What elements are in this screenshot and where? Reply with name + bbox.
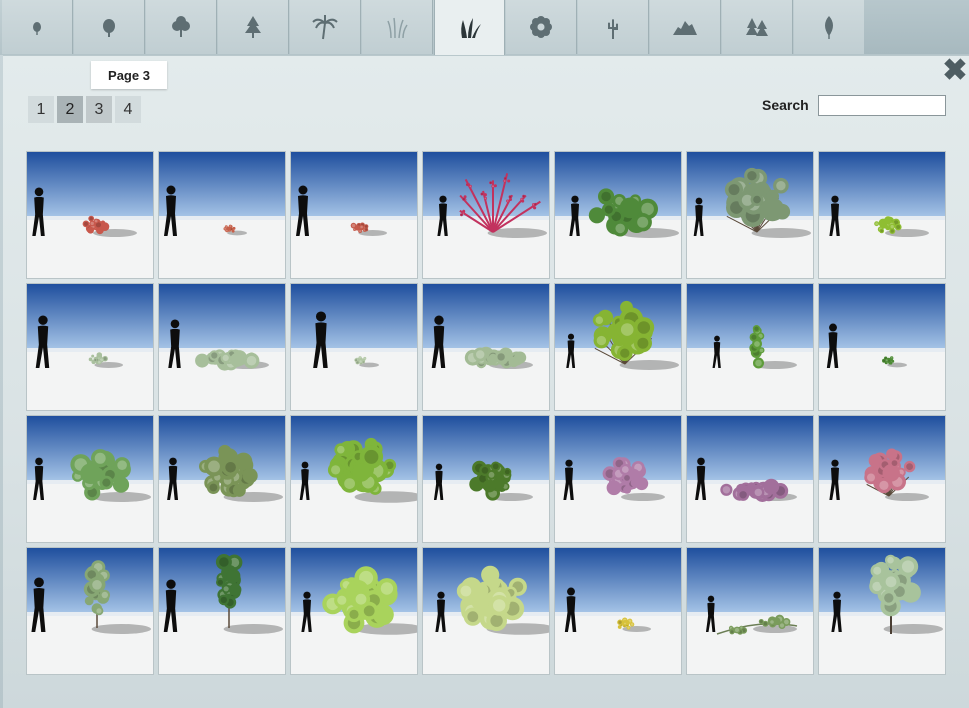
plant-thumbnail-shrub-lime-tall[interactable] [554, 283, 682, 411]
plant-thumbnail-shrub-red-small[interactable] [290, 151, 418, 279]
tab-shrub[interactable] [434, 0, 505, 56]
plant-thumbnail-shrub-creeping-vine[interactable] [686, 547, 814, 675]
broadleaf-tree-icon [172, 16, 190, 37]
plant-thumbnail-shrub-pink-airy[interactable] [818, 415, 946, 543]
forest-icon [746, 18, 768, 36]
plant-render-image [423, 284, 549, 410]
grass-icon [387, 17, 408, 39]
tab-broadleaf-tree[interactable] [146, 0, 217, 54]
plant-render-image [27, 416, 153, 542]
plant-render-image [159, 548, 285, 674]
plant-thumbnail-shrub-sage-tiny[interactable] [290, 283, 418, 411]
plant-thumbnail-shrub-pale-lime-big[interactable] [422, 547, 550, 675]
plant-thumbnail-shrub-light-green-spread[interactable] [26, 415, 154, 543]
page-button-1[interactable]: 1 [28, 96, 54, 123]
plant-thumbnail-grid [26, 151, 946, 675]
plant-render-image [423, 416, 549, 542]
plant-render-image [159, 416, 285, 542]
tab-cactus[interactable] [578, 0, 649, 54]
category-tab-bar [0, 0, 969, 56]
conifer-icon [245, 16, 261, 38]
tab-forest[interactable] [722, 0, 793, 54]
plant-render-image [687, 284, 813, 410]
plant-render-image [555, 284, 681, 410]
plant-thumbnail-shrub-red-low[interactable] [26, 151, 154, 279]
plant-thumbnail-shrub-grey-green-airy[interactable] [686, 151, 814, 279]
plant-thumbnail-shrub-dark-green-round[interactable] [422, 415, 550, 543]
plant-render-image [687, 416, 813, 542]
plant-render-image [555, 152, 681, 278]
rock-icon [673, 21, 697, 35]
plant-thumbnail-shrub-yellow-green[interactable] [818, 151, 946, 279]
plant-render-image [27, 548, 153, 674]
plant-thumbnail-shrub-olive-round[interactable] [158, 415, 286, 543]
plant-render-image [27, 284, 153, 410]
tab-palm[interactable] [290, 0, 361, 54]
plant-render-image [555, 416, 681, 542]
page-button-2[interactable]: 2 [57, 96, 83, 123]
small-tree-icon [33, 22, 41, 35]
plant-thumbnail-shrub-grey-tree[interactable] [818, 547, 946, 675]
plant-thumbnail-shrub-bright-round[interactable] [290, 415, 418, 543]
tab-conifer[interactable] [218, 0, 289, 54]
plant-render-image [819, 548, 945, 674]
plant-thumbnail-shrub-sage-hedge[interactable] [158, 283, 286, 411]
pagination: 1234 [28, 96, 141, 123]
tab-round-tree[interactable] [74, 0, 145, 54]
plant-thumbnail-shrub-lilac[interactable] [554, 415, 682, 543]
plant-thumbnail-shrub-red-tiny[interactable] [158, 151, 286, 279]
tab-grass[interactable] [362, 0, 433, 54]
tab-leaf[interactable] [794, 0, 865, 54]
plant-render-image [819, 152, 945, 278]
leaf-icon [825, 16, 833, 39]
page-tooltip: Page 3 [91, 61, 167, 89]
tab-small-tree[interactable] [2, 0, 73, 54]
plant-thumbnail-shrub-sage-small[interactable] [26, 283, 154, 411]
plant-render-image [423, 548, 549, 674]
plant-render-image [687, 548, 813, 674]
plant-thumbnail-shrub-vine-column[interactable] [686, 283, 814, 411]
round-tree-icon [103, 19, 115, 37]
palm-icon [312, 15, 338, 40]
tab-rock[interactable] [650, 0, 721, 54]
plant-render-image [291, 284, 417, 410]
plant-thumbnail-shrub-slim-tree-pale[interactable] [26, 547, 154, 675]
plant-thumbnail-shrub-pink-branching[interactable] [422, 151, 550, 279]
plant-render-image [687, 152, 813, 278]
plant-render-image [291, 152, 417, 278]
flower-icon [530, 16, 552, 38]
search-label: Search [762, 97, 809, 113]
plant-render-image [27, 152, 153, 278]
plant-thumbnail-shrub-lime-big[interactable] [290, 547, 418, 675]
shrub-icon [460, 18, 481, 38]
plant-render-image [291, 548, 417, 674]
plant-thumbnail-shrub-yellow-flower[interactable] [554, 547, 682, 675]
plant-render-image [819, 284, 945, 410]
plant-render-image [423, 152, 549, 278]
close-icon[interactable]: ✖ [942, 56, 968, 86]
plant-thumbnail-shrub-ground-cover[interactable] [818, 283, 946, 411]
search-input[interactable] [818, 95, 946, 116]
plant-render-image [159, 152, 285, 278]
plant-thumbnail-shrub-lilac-wide[interactable] [686, 415, 814, 543]
tab-flower[interactable] [506, 0, 577, 54]
page-button-4[interactable]: 4 [115, 96, 141, 123]
plant-render-image [159, 284, 285, 410]
tab-bar-filler [864, 0, 969, 54]
plant-render-image [555, 548, 681, 674]
plant-thumbnail-shrub-sage-long[interactable] [422, 283, 550, 411]
page-button-3[interactable]: 3 [86, 96, 112, 123]
plant-thumbnail-shrub-green-leafy[interactable] [554, 151, 682, 279]
plant-thumbnail-shrub-slim-tree-dark[interactable] [158, 547, 286, 675]
plant-render-image [291, 416, 417, 542]
cactus-icon [608, 19, 618, 39]
plant-render-image [819, 416, 945, 542]
